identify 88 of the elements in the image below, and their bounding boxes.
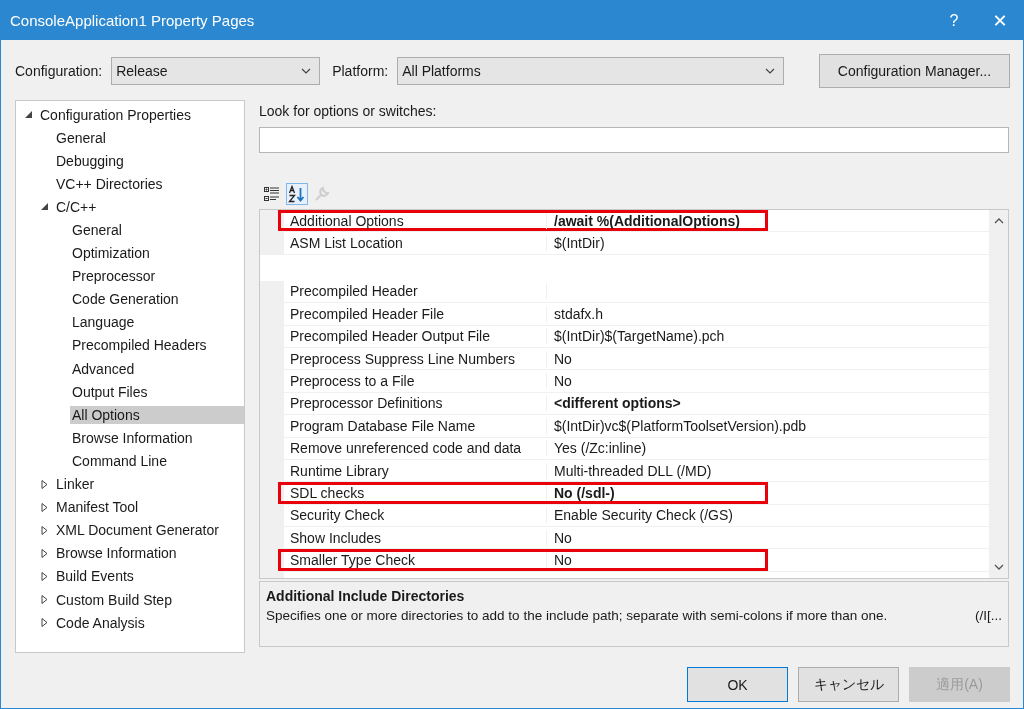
property-name[interactable]: Precompiled Header File xyxy=(284,305,547,322)
property-value[interactable]: No xyxy=(547,552,572,569)
property-name[interactable]: Smaller Type Check xyxy=(284,552,547,569)
property-row[interactable]: Program Database File Name $(IntDir)vc$(PlatformToolsetVersion).pdb xyxy=(278,415,810,437)
sort-az-icon[interactable] xyxy=(286,183,308,205)
property-value[interactable]: /await %(AdditionalOptions) xyxy=(547,212,740,229)
property-value[interactable]: No xyxy=(547,529,572,546)
property-name[interactable]: Additional Options xyxy=(284,212,547,229)
switch-text: (/I[... xyxy=(975,608,1002,623)
tree-item[interactable]: XML Document Generator xyxy=(54,521,221,540)
property-value[interactable]: No xyxy=(547,350,572,367)
property-value[interactable]: $(IntDir) xyxy=(547,235,605,252)
tree-item[interactable]: Advanced xyxy=(70,359,137,378)
property-name[interactable]: SDL checks xyxy=(284,485,547,501)
property-row[interactable]: Precompiled Header File stdafx.h xyxy=(278,303,768,325)
property-value[interactable]: No xyxy=(547,373,572,390)
property-name[interactable]: Preprocess Suppress Line Numbers xyxy=(284,350,547,367)
scroll-down-icon[interactable] xyxy=(993,564,1004,570)
property-value[interactable]: No (/sdl-) xyxy=(547,485,615,501)
property-row[interactable]: ASM List Location $(IntDir) xyxy=(278,232,768,254)
scrollbar[interactable] xyxy=(989,210,1008,578)
tree-item[interactable]: Code Analysis xyxy=(54,613,147,632)
tree-item[interactable]: Debugging xyxy=(54,151,126,170)
tree-item[interactable]: Build Events xyxy=(54,567,136,586)
property-value[interactable]: <different options> xyxy=(547,395,681,412)
description-text: Specifies one or more directories to add to the include path; separate with semi-colons if more than one. xyxy=(266,608,888,623)
property-name[interactable]: Precompiled Header xyxy=(284,283,547,300)
configuration-manager-button[interactable]: Configuration Manager... xyxy=(819,54,1010,88)
tree-item[interactable]: Configuration Properties xyxy=(38,105,193,124)
tree-item[interactable]: Manifest Tool xyxy=(54,498,141,517)
property-row[interactable]: Precompiled Header xyxy=(278,280,768,303)
tree-item[interactable]: Output Files xyxy=(70,382,150,401)
help-button[interactable]: ? xyxy=(931,11,977,30)
property-name[interactable]: Show Includes xyxy=(284,529,547,546)
tree-item[interactable]: Linker xyxy=(54,475,97,494)
property-row[interactable]: Remove unreferenced code and data Yes (/Zc:inline) xyxy=(278,437,768,459)
tree-item[interactable]: Browse Information xyxy=(70,428,195,447)
configuration-dropdown[interactable]: Release xyxy=(111,57,321,85)
tree-item[interactable]: General xyxy=(54,128,108,147)
dialog-button[interactable]: OK xyxy=(687,667,788,702)
tree-item[interactable]: Command Line xyxy=(70,451,169,470)
window-title: ConsoleApplication1 Property Pages xyxy=(10,12,256,29)
property-row[interactable]: Preprocess Suppress Line Numbers No xyxy=(278,347,768,370)
tree-item[interactable]: Language xyxy=(70,313,137,332)
property-name[interactable]: Security Check xyxy=(284,507,547,524)
property-row[interactable]: Preprocessor Definitions <different options> xyxy=(278,392,768,415)
property-name[interactable]: Preprocess to a File xyxy=(284,373,547,390)
tree-item[interactable]: Preprocessor xyxy=(70,267,158,286)
property-value[interactable]: stdafx.h xyxy=(547,305,604,322)
property-row[interactable]: Security Check Enable Security Check (/GS) xyxy=(278,504,768,527)
property-row[interactable]: Smaller Type Check No xyxy=(278,549,768,571)
property-value[interactable]: Yes (/Zc:inline) xyxy=(547,440,647,457)
close-button[interactable]: ✕ xyxy=(977,9,1023,32)
property-name[interactable]: Runtime Library xyxy=(284,462,547,479)
property-value[interactable]: Multi-threaded DLL (/MD) xyxy=(547,462,712,479)
property-value[interactable]: $(IntDir)$(TargetName).pch xyxy=(547,328,725,345)
property-row[interactable]: Preprocess to a File No xyxy=(278,370,768,392)
property-name[interactable]: Remove unreferenced code and data xyxy=(284,440,547,457)
platform-label: Platform: xyxy=(332,63,389,79)
tree-item[interactable]: C/C++ xyxy=(54,197,99,216)
search-label: Look for options or switches: xyxy=(259,103,438,121)
tree-item[interactable]: General xyxy=(70,221,124,239)
configuration-label: Configuration: xyxy=(15,63,103,79)
property-row[interactable]: Additional Options /await %(AdditionalOptions) xyxy=(278,210,768,232)
dialog-button[interactable]: キャンセル xyxy=(798,667,899,702)
description-title: Additional Include Directories xyxy=(266,588,466,604)
platform-dropdown[interactable]: All Platforms xyxy=(397,57,785,85)
property-name[interactable]: ASM List Location xyxy=(284,235,547,252)
scroll-up-icon[interactable] xyxy=(993,218,1004,224)
property-name[interactable]: Program Database File Name xyxy=(284,417,547,434)
tree-item[interactable]: Optimization xyxy=(70,244,152,263)
tree-item[interactable]: VC++ Directories xyxy=(54,174,165,193)
property-value[interactable]: Enable Security Check (/GS) xyxy=(547,507,733,524)
tree-item[interactable]: All Options xyxy=(70,405,244,424)
chevron-down-icon[interactable] xyxy=(301,68,312,74)
chevron-down-icon[interactable] xyxy=(765,68,776,74)
property-row[interactable]: SDL checks No (/sdl-) xyxy=(278,482,768,504)
tree-item[interactable]: Code Generation xyxy=(70,290,181,309)
property-row[interactable]: Show Includes No xyxy=(278,527,768,549)
property-value[interactable]: $(IntDir)vc$(PlatformToolsetVersion).pdb xyxy=(547,417,807,434)
tree-item[interactable]: Precompiled Headers xyxy=(70,336,209,355)
property-name[interactable]: Preprocessor Definitions xyxy=(284,395,547,412)
property-row[interactable]: Precompiled Header Output File $(IntDir)$(TargetName).pch xyxy=(278,325,768,347)
tree-item[interactable]: Browse Information xyxy=(54,544,179,563)
property-name[interactable]: Precompiled Header Output File xyxy=(284,328,547,345)
search-field[interactable] xyxy=(259,127,1009,153)
property-row[interactable]: Runtime Library Multi-threaded DLL (/MD) xyxy=(278,459,768,482)
tree-item[interactable]: Custom Build Step xyxy=(54,590,174,609)
